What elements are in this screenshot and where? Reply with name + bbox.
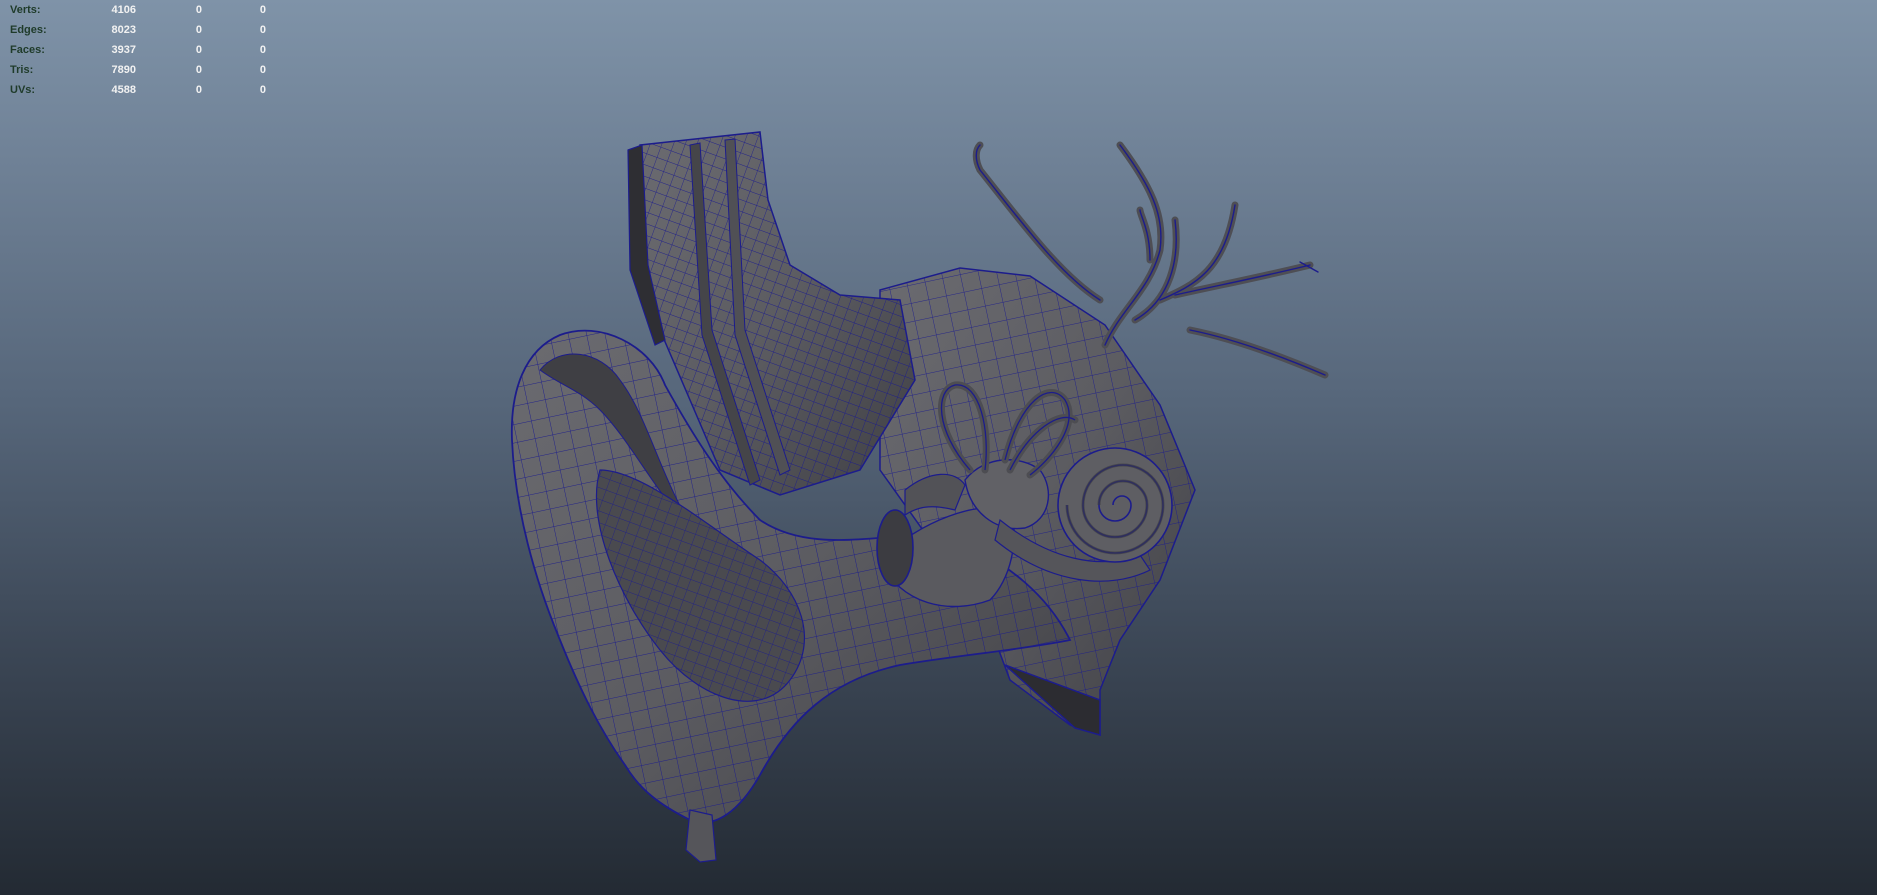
viewport-panel[interactable]: Verts: 4106 0 0 Edges: 8023 0 0 Faces: 3… [0,0,1877,895]
ear-mesh-model[interactable] [0,0,1877,895]
cochlea [1057,447,1173,563]
